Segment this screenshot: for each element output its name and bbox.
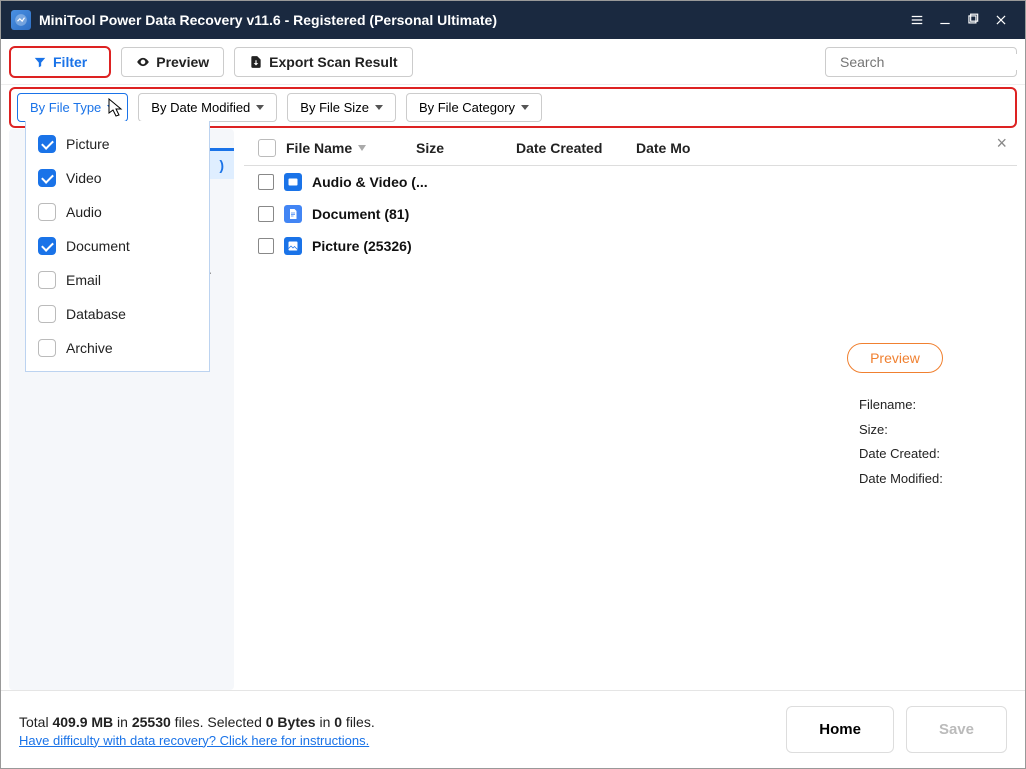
column-size[interactable]: Size bbox=[416, 140, 506, 156]
checkbox-icon[interactable] bbox=[38, 305, 56, 323]
filetype-option-label: Audio bbox=[66, 204, 102, 220]
filter-category-label: By File Category bbox=[419, 100, 515, 115]
preview-label: Preview bbox=[156, 54, 209, 70]
checkbox-icon[interactable] bbox=[38, 237, 56, 255]
minimize-icon[interactable] bbox=[931, 6, 959, 34]
chevron-down-icon bbox=[375, 105, 383, 110]
export-icon bbox=[249, 55, 263, 69]
status-summary: Total 409.9 MB in 25530 files. Selected … bbox=[19, 712, 375, 733]
detail-meta: Filename: Size: Date Created: Date Modif… bbox=[859, 393, 1003, 492]
app-icon bbox=[11, 10, 31, 30]
filter-icon bbox=[33, 55, 47, 69]
help-link[interactable]: Have difficulty with data recovery? Clic… bbox=[19, 733, 375, 748]
home-button[interactable]: Home bbox=[786, 706, 894, 753]
close-icon[interactable] bbox=[987, 6, 1015, 34]
column-file-name[interactable]: File Name bbox=[286, 140, 406, 156]
statusbar: Total 409.9 MB in 25530 files. Selected … bbox=[1, 690, 1025, 768]
filter-date-label: By Date Modified bbox=[151, 100, 250, 115]
meta-size: Size: bbox=[859, 418, 1003, 443]
filter-by-file-category[interactable]: By File Category bbox=[406, 93, 542, 122]
row-checkbox[interactable] bbox=[258, 206, 274, 222]
filter-button[interactable]: Filter bbox=[9, 46, 111, 78]
filter-by-date-modified[interactable]: By Date Modified bbox=[138, 93, 277, 122]
file-list-panel: File Name Size Date Created Date Mo Audi… bbox=[244, 129, 1017, 690]
meta-date-modified: Date Modified: bbox=[859, 467, 1003, 492]
export-button[interactable]: Export Scan Result bbox=[234, 47, 412, 77]
column-date-modified[interactable]: Date Mo bbox=[636, 140, 696, 156]
row-label: Audio & Video (... bbox=[312, 174, 428, 190]
filter-type-label: By File Type bbox=[30, 100, 101, 115]
detail-pane: × Preview Filename: Size: Date Created: … bbox=[773, 129, 1017, 690]
filetype-option-label: Video bbox=[66, 170, 102, 186]
search-box[interactable] bbox=[825, 47, 1017, 77]
file-type-dropdown: Picture Video Audio Document Email Database Ar… bbox=[25, 121, 210, 372]
filetype-option-label: Archive bbox=[66, 340, 113, 356]
toolbar: Filter Preview Export Scan Result bbox=[1, 39, 1025, 85]
filetype-option-label: Picture bbox=[66, 136, 110, 152]
chevron-down-icon bbox=[107, 105, 115, 110]
filetype-option-audio[interactable]: Audio bbox=[26, 195, 209, 229]
filetype-option-email[interactable]: Email bbox=[26, 263, 209, 297]
row-label: Picture (25326) bbox=[312, 238, 412, 254]
detail-preview-button[interactable]: Preview bbox=[847, 343, 943, 373]
filetype-option-document[interactable]: Document bbox=[26, 229, 209, 263]
meta-date-created: Date Created: bbox=[859, 442, 1003, 467]
titlebar: MiniTool Power Data Recovery v11.6 - Reg… bbox=[1, 1, 1025, 39]
save-button[interactable]: Save bbox=[906, 706, 1007, 753]
row-label: Document (81) bbox=[312, 206, 409, 222]
filetype-option-video[interactable]: Video bbox=[26, 161, 209, 195]
filter-by-file-type[interactable]: By File Type bbox=[17, 93, 128, 122]
folder-type-icon bbox=[284, 173, 302, 191]
eye-icon bbox=[136, 55, 150, 69]
filter-label: Filter bbox=[53, 54, 87, 70]
checkbox-icon[interactable] bbox=[38, 271, 56, 289]
row-checkbox[interactable] bbox=[258, 238, 274, 254]
filetype-option-picture[interactable]: Picture bbox=[26, 127, 209, 161]
export-label: Export Scan Result bbox=[269, 54, 397, 70]
column-date-created[interactable]: Date Created bbox=[516, 140, 626, 156]
chevron-down-icon bbox=[521, 105, 529, 110]
app-title: MiniTool Power Data Recovery v11.6 - Reg… bbox=[39, 12, 497, 28]
select-all-checkbox[interactable] bbox=[258, 139, 276, 157]
filetype-option-label: Document bbox=[66, 238, 130, 254]
filter-size-label: By File Size bbox=[300, 100, 369, 115]
menu-icon[interactable] bbox=[903, 6, 931, 34]
checkbox-icon[interactable] bbox=[38, 339, 56, 357]
checkbox-icon[interactable] bbox=[38, 203, 56, 221]
maximize-icon[interactable] bbox=[959, 6, 987, 34]
folder-type-icon bbox=[284, 205, 302, 223]
filetype-option-archive[interactable]: Archive bbox=[26, 331, 209, 365]
filetype-option-database[interactable]: Database bbox=[26, 297, 209, 331]
row-checkbox[interactable] bbox=[258, 174, 274, 190]
preview-button[interactable]: Preview bbox=[121, 47, 224, 77]
checkbox-icon[interactable] bbox=[38, 135, 56, 153]
chevron-down-icon bbox=[256, 105, 264, 110]
search-input[interactable] bbox=[840, 54, 1021, 70]
filter-by-file-size[interactable]: By File Size bbox=[287, 93, 396, 122]
folder-type-icon bbox=[284, 237, 302, 255]
filetype-option-label: Database bbox=[66, 306, 126, 322]
close-detail-icon[interactable]: × bbox=[996, 133, 1007, 154]
checkbox-icon[interactable] bbox=[38, 169, 56, 187]
filetype-option-label: Email bbox=[66, 272, 101, 288]
sidebar-active-tab[interactable]: ) bbox=[209, 148, 234, 179]
meta-filename: Filename: bbox=[859, 393, 1003, 418]
sort-desc-icon bbox=[358, 145, 366, 151]
